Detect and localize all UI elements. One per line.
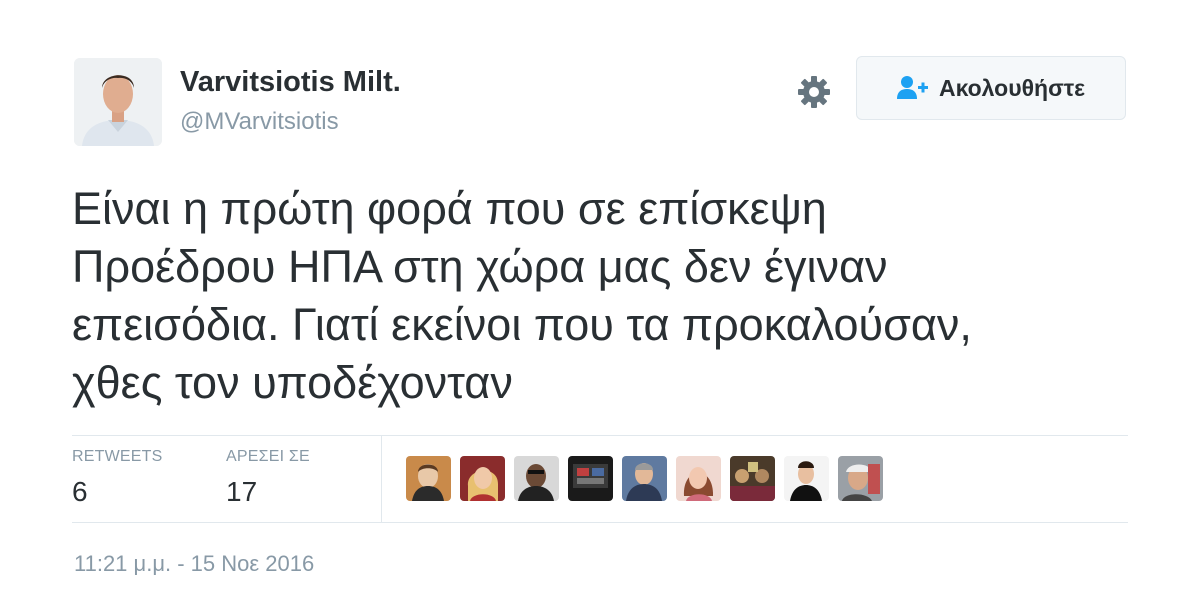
author-avatar-image	[74, 58, 162, 146]
likes-count[interactable]: 17	[226, 476, 257, 508]
liker-avatar[interactable]	[568, 456, 613, 501]
liker-avatar[interactable]	[622, 456, 667, 501]
tweet-timestamp[interactable]: 11:21 μ.μ. - 15 Νοε 2016	[74, 551, 314, 577]
tweet-text-line: χθες τον υποδέχονταν	[72, 357, 513, 408]
liker-avatar[interactable]	[514, 456, 559, 501]
liker-avatar[interactable]	[406, 456, 451, 501]
author-display-name[interactable]: Varvitsiotis Milt.	[180, 66, 401, 99]
liker-avatar[interactable]	[784, 456, 829, 501]
gear-icon[interactable]	[792, 70, 836, 114]
tweet-text-line: Είναι η πρώτη φορά που σε επίσκεψη	[72, 183, 827, 234]
liker-avatars	[406, 456, 883, 501]
follow-user-icon	[896, 76, 928, 99]
liker-avatar[interactable]	[460, 456, 505, 501]
stats-vertical-divider	[381, 436, 382, 522]
stats-top-divider	[72, 435, 1128, 436]
tweet-text-line: Προέδρου ΗΠΑ στη χώρα μας δεν έγιναν	[72, 241, 888, 292]
retweets-count[interactable]: 6	[72, 476, 88, 508]
tweet-text-line: επεισόδια. Γιατί εκείνοι που τα προκαλού…	[72, 299, 972, 350]
likes-label: ΑΡΕΣΕΙ ΣΕ	[226, 448, 310, 465]
follow-button-label: Ακολουθήστε	[938, 74, 1086, 101]
liker-avatar[interactable]	[838, 456, 883, 501]
author-screen-name[interactable]: @MVarvitsiotis	[180, 108, 339, 136]
stats-bottom-divider	[72, 522, 1128, 523]
liker-avatar[interactable]	[676, 456, 721, 501]
author-avatar[interactable]	[74, 58, 162, 146]
liker-avatar[interactable]	[730, 456, 775, 501]
follow-button[interactable]: Ακολουθήστε	[856, 56, 1126, 120]
retweets-label: RETWEETS	[72, 448, 163, 465]
tweet-text: Είναι η πρώτη φορά που σε επίσκεψη Προέδ…	[72, 180, 1152, 412]
